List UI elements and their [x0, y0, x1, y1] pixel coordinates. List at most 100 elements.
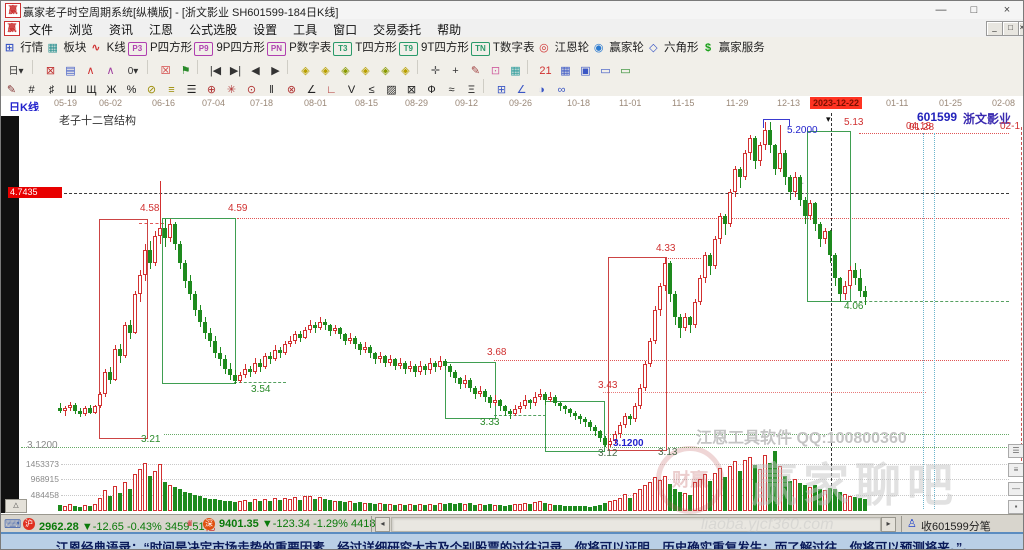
toolbar-winner-wheel[interactable]: ◉ 赢家轮: [591, 39, 644, 55]
candle-body: [803, 200, 807, 216]
candle-body: [713, 239, 717, 266]
volume-bar: [88, 506, 92, 511]
candle-body: [403, 363, 407, 369]
price-label: 5.13: [844, 117, 863, 128]
candle-body: [623, 416, 627, 425]
toolbar-separator: [417, 60, 423, 74]
candle-body: [813, 203, 817, 224]
candle-body: [383, 356, 387, 363]
pane-layout-button-1[interactable]: ☰: [1008, 444, 1024, 458]
volume-bar: [508, 505, 512, 511]
mdi-close-button[interactable]: ×: [1018, 21, 1024, 36]
watermark-brand: 赢家聊吧: [751, 449, 959, 515]
volume-bar: [398, 504, 402, 511]
volume-bar: [558, 505, 562, 511]
price-level-line: [59, 193, 1009, 194]
candle-body: [358, 344, 362, 350]
kline-chart[interactable]: 1453373968915484458▾+△4.7435江恩工具软件 QQ:10…: [1, 111, 1024, 514]
measure-bracket: [763, 119, 789, 120]
candle-body: [538, 394, 542, 397]
volume-bar: [423, 505, 427, 511]
toolbar-gann-wheel[interactable]: ◎ 江恩轮: [536, 39, 589, 55]
toolbar-hexagon[interactable]: ◇ 六角形: [646, 39, 699, 55]
expand-panel-button[interactable]: △: [5, 499, 27, 513]
candle-body: [838, 278, 842, 294]
toolbar-t-square[interactable]: T3 T四方形: [333, 39, 397, 56]
candle-body: [58, 408, 62, 411]
minimize-button[interactable]: —: [926, 1, 956, 19]
volume-bar: [588, 507, 592, 511]
volume-axis-label: 1453373: [21, 459, 59, 469]
left-collapsed-panel[interactable]: [1, 116, 19, 513]
candle-body: [108, 372, 112, 380]
volume-bar: [273, 498, 277, 511]
scroll-left-button[interactable]: ◂: [375, 517, 390, 532]
toolbar-quotes[interactable]: ⊞ 行情: [2, 39, 43, 55]
volume-bar: [383, 504, 387, 511]
candle-body: [128, 325, 132, 333]
volume-bar: [408, 504, 412, 511]
t-number-table-icon: TN: [471, 42, 490, 56]
candle-body: [298, 334, 302, 338]
scroll-right-button[interactable]: ▸: [881, 517, 896, 532]
candle-body: [693, 302, 697, 325]
toolbar-p9-square[interactable]: P9 9P四方形: [194, 39, 265, 56]
candle-body: [428, 363, 432, 370]
pane-layout-button-2[interactable]: ≡: [1008, 463, 1024, 477]
toolbar-sectors[interactable]: ▦ 板块: [45, 39, 86, 55]
volume-bar: [628, 498, 632, 511]
toolbar-t9-square[interactable]: T9 9T四方形: [399, 39, 469, 56]
pane-layout-button-4[interactable]: ▪: [1008, 500, 1024, 514]
volume-bar: [263, 499, 267, 511]
toolbar-t-number-table[interactable]: TN T数字表: [471, 39, 535, 56]
candle-body: [213, 341, 217, 353]
candle-body: [343, 334, 347, 341]
axis-date-label: 10-18: [567, 98, 590, 108]
volume-bar: [643, 485, 647, 511]
sectors-icon: ▦: [45, 41, 60, 55]
volume-bar: [378, 503, 382, 511]
volume-bar: [368, 503, 372, 511]
mdi-restore-button[interactable]: □: [1002, 21, 1019, 36]
toolbar-p-number-table[interactable]: PN P数字表: [267, 39, 331, 56]
price-marker-badge: 4.7435: [8, 187, 62, 198]
volume-bar: [83, 505, 87, 511]
price-level-line: [849, 301, 1009, 302]
pane-layout-button-3[interactable]: —: [1008, 482, 1024, 496]
date-axis: 日K线 05-1906-0206-1607-0407-1808-0108-150…: [1, 96, 1024, 112]
candle-body: [518, 406, 522, 409]
candle-body: [828, 231, 832, 255]
keyboard-icon[interactable]: ⌨: [4, 517, 21, 531]
candle-body: [258, 363, 262, 367]
volume-bar: [113, 486, 117, 511]
candle-body: [588, 422, 592, 427]
candle-body: [718, 216, 722, 239]
volume-bar: [533, 502, 537, 511]
volume-bar: [618, 498, 622, 511]
szse-index-quote[interactable]: 9401.35 ▼-123.34 -1.29% 4418.2: [219, 518, 385, 530]
maximize-button[interactable]: □: [959, 1, 989, 19]
volume-bar: [498, 505, 502, 511]
app-logo-icon: 赢: [5, 3, 21, 18]
axis-date-label: 12-13: [777, 98, 800, 108]
toolbar-winner-service[interactable]: $ 赢家服务: [701, 39, 765, 55]
axis-date-label: 08-29: [405, 98, 428, 108]
price-label: 3.12: [598, 448, 617, 459]
volume-bar: [133, 474, 137, 511]
candle-body: [793, 177, 797, 192]
candle-body: [823, 231, 827, 239]
candle-body: [123, 325, 127, 356]
volume-bar: [433, 505, 437, 511]
measure-bracket-left: [763, 119, 764, 128]
candle-body: [83, 408, 87, 414]
sse-logo-icon: 沪: [23, 518, 35, 530]
structure-label: 老子十二宫结构: [59, 112, 136, 128]
close-button[interactable]: ×: [992, 1, 1022, 19]
szse-logo-icon: 深: [203, 518, 215, 530]
candle-body: [528, 400, 532, 403]
toolbar-kline[interactable]: ∿ K线: [88, 39, 125, 55]
toolbar-p-square[interactable]: P3 P四方形: [128, 39, 192, 56]
mdi-minimize-button[interactable]: _: [986, 21, 1003, 36]
volume-bar: [328, 500, 332, 511]
candle-body: [858, 278, 862, 291]
